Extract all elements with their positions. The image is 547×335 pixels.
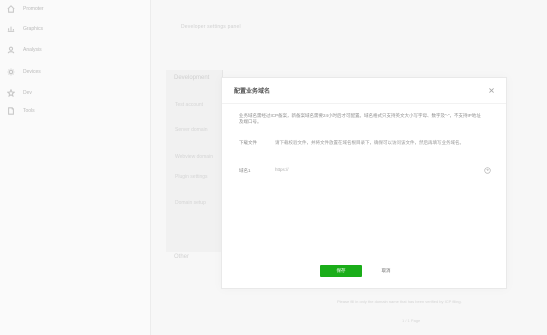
dialog-header: 配置业务域名 [222,78,506,103]
background-section-heading: Development [174,75,210,81]
dialog-title: 配置业务域名 [234,89,271,95]
download-file-row: 下载文件 请下载校验文件，并将文件放置在域名根目录下，确保可以访问该文件，然后再… [239,137,495,165]
dialog-body: 业务域名需经过ICP备案，新备案域名需要24小时后才可配置。域名格式只支持英文大… [239,113,495,193]
domain-input[interactable]: https:// [275,164,493,176]
cancel-button[interactable]: 取消 [381,267,391,275]
background-note: Please fill in only the domain name that… [337,299,462,304]
help-icon[interactable] [482,165,492,175]
dialog-description: 业务域名需经过ICP备案，新备案域名需要24小时后才可配置。域名格式只支持英文大… [239,113,481,124]
download-file-label: 下载文件 [239,140,257,145]
settings-icon [6,67,16,77]
dialog-divider [222,103,506,104]
background-section-item: Webview domain [175,154,213,160]
user-icon [6,45,16,55]
background-pager: 1 / 1 Page [402,318,421,323]
sidebar-item-label: Dev [23,90,32,96]
save-button[interactable]: 保存 [320,265,362,277]
background-section-item: Plugin settings [175,174,208,180]
background-bottom-heading: Other [174,254,190,260]
chart-icon [6,24,16,34]
sidebar-item-tools[interactable]: Tools [0,102,150,120]
sidebar-item-graphics[interactable]: Graphics [0,20,150,38]
sidebar-item-label: Tools [23,108,35,114]
sidebar-item-promoter[interactable]: Promoter [0,0,150,18]
background-section-item: Domain setup [175,200,206,206]
background-section: Test account Server domain Webview domai… [166,70,223,252]
sidebar-item-label: Graphics [23,26,44,32]
sidebar-item-dev[interactable]: Dev [0,84,150,102]
domain-label: 域名1 [239,168,251,173]
background-top-text: Developer settings panel [181,24,241,30]
close-button[interactable] [486,85,496,95]
domain-input-value: https:// [275,167,289,172]
download-file-description: 请下载校验文件，并将文件放置在域名根目录下，确保可以访问该文件，然后再填写业务域… [275,140,464,145]
sidebar-item-label: Devices [23,69,41,75]
domain-row: 域名1 https:// [239,165,495,193]
document-icon [6,106,16,116]
background-section-item: Test account [175,102,204,108]
domain-config-dialog: 配置业务域名 业务域名需经过ICP备案，新备案域名需要24小时后才可配置。域名格… [221,77,507,289]
home-icon [6,4,16,14]
sidebar-item-devices[interactable]: Devices [0,63,150,81]
app-window: Promoter Graphics Analysis Devices Dev T… [0,0,547,335]
sidebar-item-analysis[interactable]: Analysis [0,41,150,59]
sidebar: Promoter Graphics Analysis Devices Dev T… [0,0,151,335]
sidebar-item-label: Promoter [23,6,44,12]
background-section-item: Server domain [175,127,208,133]
close-icon [488,87,494,93]
dialog-footer: 保存 取消 [222,265,506,281]
star-icon [6,88,16,98]
sidebar-item-label: Analysis [23,47,42,53]
